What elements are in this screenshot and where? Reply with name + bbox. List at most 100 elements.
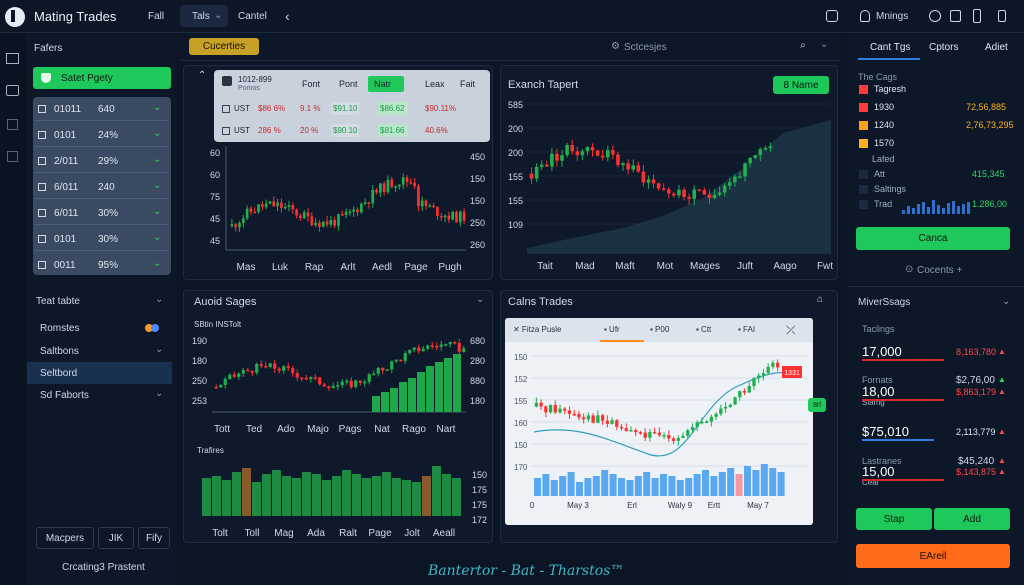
c1-candle: [302, 212, 306, 219]
volume-chart[interactable]: 150 175 175 172 Tolt Toll Mag Ada Ralt Page Jolt Ae…: [186, 452, 491, 540]
volume-overlay-bar: [417, 372, 425, 412]
section-chevron-icon[interactable]: ⌄: [155, 294, 163, 305]
collapse-chevron-icon[interactable]: ⌃: [198, 70, 206, 81]
chart4-tab[interactable]: ▪ Ctt: [696, 325, 711, 334]
list-title: The Cags: [858, 72, 898, 82]
menu-icon[interactable]: [998, 10, 1006, 22]
volume-bar: [752, 470, 760, 496]
mini-bar: [902, 210, 905, 214]
c1-candle: [401, 177, 405, 185]
home-icon[interactable]: ⌂: [817, 294, 823, 305]
app-logo-icon[interactable]: [5, 7, 25, 27]
close-x-icon[interactable]: ⤫: [786, 323, 796, 338]
orange-action-button[interactable]: EAreil: [856, 544, 1010, 568]
stop-button[interactable]: Stap: [856, 508, 932, 530]
name-button[interactable]: 8 Name: [773, 76, 829, 94]
user-icon[interactable]: [860, 10, 870, 22]
right-tab[interactable]: Cptors: [929, 42, 958, 53]
c1-candle: [245, 208, 249, 219]
contents-link[interactable]: Cocents +: [917, 265, 962, 276]
c1-candle: [451, 211, 455, 220]
ticker-header-cell[interactable]: Pont: [339, 79, 358, 89]
chevron-down-icon[interactable]: ⌄: [153, 102, 161, 113]
chevron-down-icon[interactable]: ⌄: [153, 128, 161, 139]
y-axis-label: 585: [508, 100, 523, 110]
c3-candle: [417, 347, 421, 352]
chevron-down-icon[interactable]: ⌄: [153, 180, 161, 191]
tab-fall[interactable]: Fall: [148, 11, 164, 22]
light-candlestick-chart[interactable]: 150 152 155 160 150 170 1331 0 May 3 Erl Waly 9 Ert…: [508, 344, 812, 524]
volume-bar: [372, 476, 381, 516]
line-label: Saltings: [874, 184, 907, 194]
bottom-button-1[interactable]: Macpers: [36, 527, 94, 549]
bottom-button-3[interactable]: Fify: [138, 527, 170, 549]
c1-candle: [261, 204, 264, 207]
legend-swatch: [859, 139, 868, 148]
tab-cantel[interactable]: Cantel: [238, 11, 267, 22]
briefcase-nav-icon[interactable]: [7, 119, 18, 130]
chevron-down-icon[interactable]: ⌄: [153, 206, 161, 217]
x-axis-label: Ralt: [339, 528, 357, 539]
volume-bar: [651, 478, 659, 496]
chevron-down-icon: ⌄: [214, 10, 223, 21]
add-button[interactable]: Add: [934, 508, 1010, 530]
c4-candle: [719, 408, 723, 414]
chart4-tab[interactable]: ▪ P00: [650, 325, 669, 334]
c3-candle: [408, 349, 412, 354]
side-tag-label: 8rl: [813, 401, 821, 409]
chart4-tab[interactable]: ▪ Ufr: [604, 325, 620, 334]
asset-id: 6/011: [54, 182, 79, 193]
ticker-header-cell[interactable]: Fait: [460, 79, 475, 89]
chevron-down-icon[interactable]: ⌄: [820, 39, 828, 50]
c2-candle: [580, 151, 585, 156]
chart4-tab[interactable]: ✕ Fitza Pusle: [513, 325, 562, 334]
ticker-header-cell[interactable]: Natr: [374, 79, 391, 89]
chart-nav-icon[interactable]: [6, 53, 19, 64]
tab-tals-label: Tals: [192, 11, 210, 22]
wallet-nav-icon[interactable]: [6, 85, 19, 96]
filter-chip[interactable]: Cucerties: [189, 38, 259, 55]
chevron-down-icon[interactable]: ⌄: [153, 154, 161, 165]
c3-candle: [426, 345, 430, 349]
mini-bar: [967, 202, 970, 214]
panel-sales-chevron-icon[interactable]: ⌄: [476, 294, 484, 305]
nav-item-saltbons[interactable]: Saltbons: [40, 346, 79, 357]
edit-icon[interactable]: [950, 10, 961, 22]
right-tab[interactable]: Adiet: [985, 42, 1008, 53]
search-icon[interactable]: ⌕: [800, 40, 806, 51]
record-icon[interactable]: [826, 10, 838, 22]
mini-bar-sparkline: [902, 200, 970, 214]
c3-candle: [250, 370, 254, 373]
candlestick-chart-1[interactable]: 60 60 75 45 45 450 150 150 250 260 Mas Luk Rap Arlt Ae…: [186, 140, 491, 275]
bottom-button-2[interactable]: JIK: [98, 527, 134, 549]
stat-value: 8,163,780: [956, 347, 997, 357]
chevron-down-icon[interactable]: ⌄: [153, 258, 161, 269]
volume-bar: [660, 474, 667, 496]
ticker-header-cell[interactable]: Font: [302, 79, 320, 89]
asset-icon: [38, 105, 46, 113]
right-tab[interactable]: Cant Tgs: [870, 42, 910, 53]
cancel-button[interactable]: Canca: [856, 227, 1010, 250]
x-axis-label: Toll: [244, 528, 259, 539]
c1-candle: [253, 211, 257, 214]
ticker-header-cell[interactable]: Leax: [425, 79, 445, 89]
chevron-down-icon[interactable]: ⌄: [153, 232, 161, 243]
primary-green-button[interactable]: Satet Pgety: [33, 67, 171, 89]
chevron-down-icon[interactable]: ⌄: [1002, 296, 1010, 307]
nav-item-seltbord[interactable]: Seltbord: [40, 368, 77, 379]
nav-item-sd-faborts[interactable]: Sd Faborts: [40, 390, 89, 401]
candlestick-chart-2[interactable]: 585 200 200 155 155 109 Tait Mad Maft Mot Mages Juf…: [503, 98, 835, 276]
back-chevron-icon[interactable]: ‹: [285, 8, 290, 24]
c3-candle: [358, 380, 362, 383]
volume-bar: [676, 480, 684, 496]
home-nav-icon[interactable]: [7, 151, 18, 162]
nav-item-romstes[interactable]: Romstes: [40, 323, 79, 334]
y-axis-label: 150: [514, 441, 528, 450]
chart4-tab[interactable]: ▪ FAI: [738, 325, 755, 334]
settings-icon[interactable]: [929, 10, 941, 22]
c1-candle: [291, 205, 295, 210]
candlestick-chart-3[interactable]: 190 180 250 253 680 280 880 180 Tott Ted Ado Majo Pa…: [186, 330, 491, 440]
phone-icon[interactable]: [973, 9, 981, 23]
c2-candle: [733, 176, 737, 183]
up-triangle-icon: ▲: [998, 375, 1006, 384]
